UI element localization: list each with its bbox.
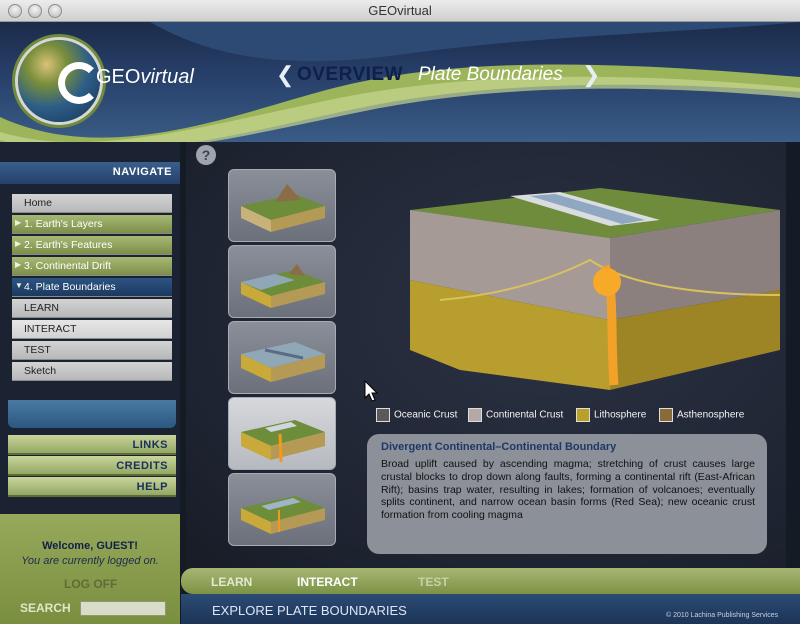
chevron-right-icon: ▶: [15, 239, 22, 248]
info-title: Divergent Continental–Continental Bounda…: [381, 441, 617, 453]
tab-test[interactable]: TEST: [418, 575, 449, 589]
diagram-thumbnail-2[interactable]: [228, 245, 336, 318]
legend-swatch: [576, 408, 590, 422]
search-label: SEARCH: [20, 601, 71, 615]
info-description: Broad uplift caused by ascending magma; …: [381, 458, 755, 522]
chevron-right-icon: ▶: [15, 260, 22, 269]
pointer-cursor-icon: [364, 379, 380, 409]
legend-item: Continental Crust: [468, 408, 563, 422]
legend-item: Lithosphere: [576, 408, 646, 422]
diagram-thumbnail-1[interactable]: [228, 169, 336, 242]
nav-item-home[interactable]: Home: [12, 194, 172, 213]
nav-subitem-sketch[interactable]: Sketch: [12, 362, 172, 381]
navigate-header: NAVIGATE: [0, 162, 180, 184]
nav-subitem-interact[interactable]: INTERACT: [12, 320, 172, 339]
section-title: OVERVIEW: [297, 64, 404, 85]
chevron-right-icon: ▶: [15, 218, 22, 227]
welcome-text: Welcome, GUEST!: [42, 540, 138, 552]
links-button[interactable]: LINKS: [8, 435, 176, 455]
sidebar-divider: [8, 400, 176, 428]
nav-item-continental-drift[interactable]: ▶ 3. Continental Drift: [12, 257, 172, 276]
nav-item-earths-layers[interactable]: ▶ 1. Earth's Layers: [12, 215, 172, 234]
legend-swatch: [659, 408, 673, 422]
app-logo-text: GEOvirtual: [96, 66, 194, 88]
help-button[interactable]: HELP: [8, 477, 176, 497]
section-subtitle: Plate Boundaries: [418, 64, 563, 85]
search-input[interactable]: [80, 601, 166, 616]
legend-item: Oceanic Crust: [376, 408, 457, 422]
window-title: GEOvirtual: [368, 3, 432, 18]
prev-section-arrow-icon[interactable]: ❮: [276, 62, 294, 88]
next-section-arrow-icon[interactable]: ❯: [582, 62, 600, 88]
logo-g-mark: [58, 62, 100, 104]
plate-boundary-diagram: [410, 188, 781, 390]
info-panel: Divergent Continental–Continental Bounda…: [367, 434, 767, 554]
nav-item-earths-features[interactable]: ▶ 2. Earth's Features: [12, 236, 172, 255]
legend-swatch: [468, 408, 482, 422]
diagram-thumbnail-5[interactable]: [228, 473, 336, 546]
legend-swatch: [376, 408, 390, 422]
help-question-icon[interactable]: ?: [196, 145, 216, 165]
tab-interact[interactable]: INTERACT: [297, 575, 358, 589]
logged-on-text: You are currently logged on.: [21, 555, 159, 567]
nav-subitem-test[interactable]: TEST: [12, 341, 172, 360]
header-banner: GEOvirtual ❮ OVERVIEW Plate Boundaries ❯: [0, 22, 800, 142]
nav-item-plate-boundaries[interactable]: ▼ 4. Plate Boundaries: [12, 278, 172, 297]
log-off-button[interactable]: LOG OFF: [64, 577, 117, 591]
title-bar: GEOvirtual: [0, 0, 800, 22]
app-window: GEOvirtual GEOvirtual ❮ OVERVIEW Plate B…: [0, 0, 800, 624]
explore-heading: EXPLORE PLATE BOUNDARIES: [212, 603, 407, 618]
legend-item: Asthenosphere: [659, 408, 744, 422]
nav-subitem-learn[interactable]: LEARN: [12, 299, 172, 318]
chevron-down-icon: ▼: [15, 281, 23, 290]
diagram-thumbnail-4-selected[interactable]: [228, 397, 336, 470]
mode-tab-bar: [181, 568, 800, 594]
credits-button[interactable]: CREDITS: [8, 456, 176, 476]
diagram-thumbnail-3[interactable]: [228, 321, 336, 394]
copyright-text: © 2010 Lachina Publishing Services: [666, 612, 779, 619]
tab-learn[interactable]: LEARN: [211, 575, 252, 589]
